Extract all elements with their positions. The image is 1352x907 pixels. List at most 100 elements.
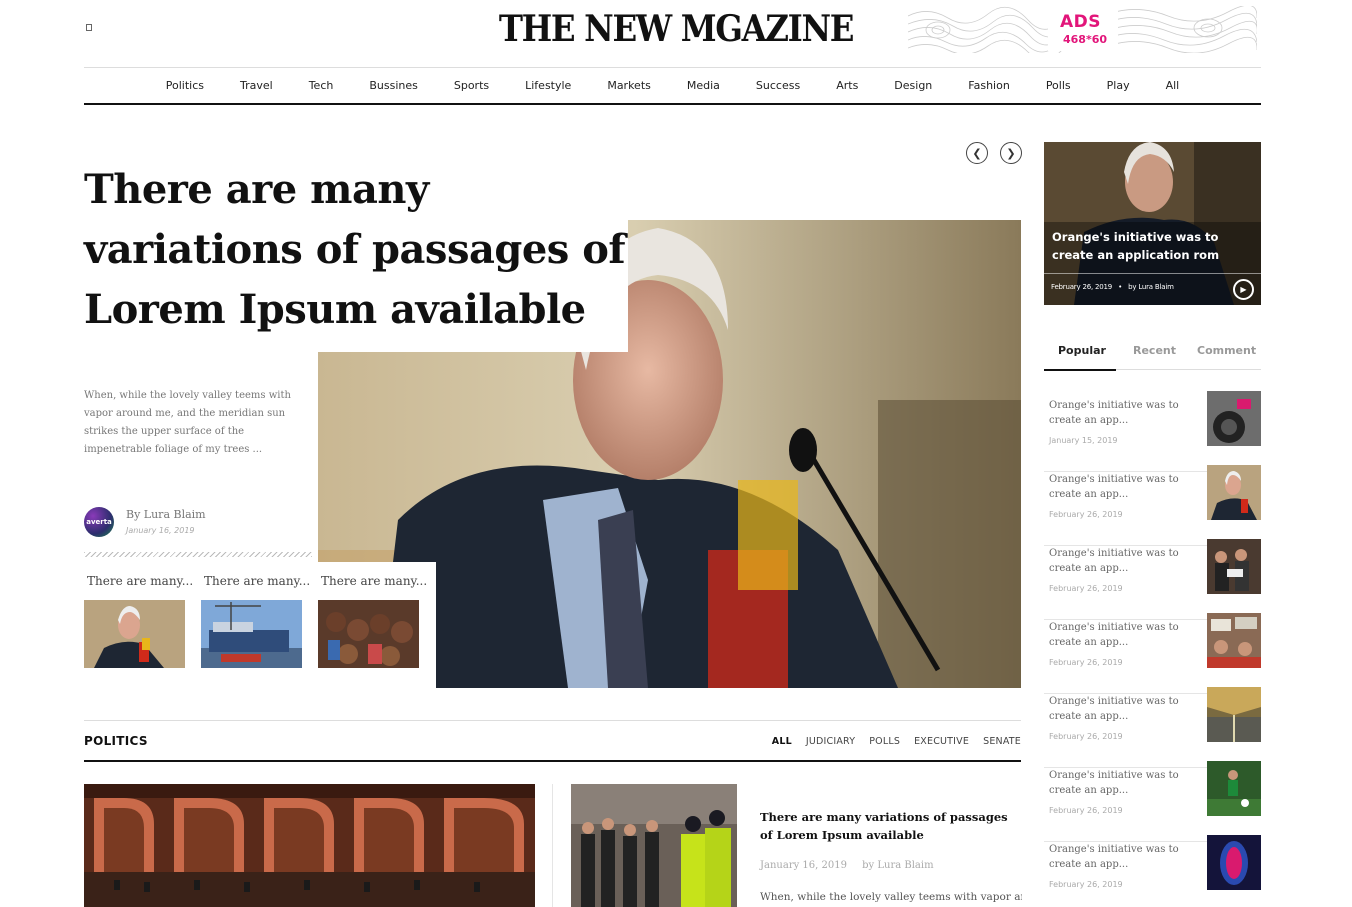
- list-item[interactable]: Orange's initiative was to create an app…: [1044, 687, 1261, 768]
- side-featured-date: February 26, 2019: [1051, 283, 1113, 291]
- side-featured-divider: [1044, 273, 1261, 274]
- hero-date: January 16, 2019: [126, 526, 195, 535]
- slider-thumb[interactable]: There are many...: [84, 574, 194, 668]
- list-item-date: February 26, 2019: [1049, 806, 1123, 815]
- slider-thumb[interactable]: There are many...: [201, 574, 311, 668]
- side-featured-author[interactable]: by Lura Blaim: [1128, 283, 1174, 291]
- hero-title-line: There are many: [84, 166, 429, 213]
- ad-size: 468*60: [1063, 33, 1108, 46]
- hero-author[interactable]: By Lura Blaim: [126, 508, 206, 521]
- side-featured-title[interactable]: Orange's initiative was to create an app…: [1052, 228, 1257, 264]
- slider-thumb[interactable]: There are many...: [318, 574, 428, 668]
- list-item[interactable]: Orange's initiative was to create an app…: [1044, 613, 1261, 694]
- nav-item-success[interactable]: Success: [738, 79, 818, 92]
- list-item-date: February 26, 2019: [1049, 732, 1123, 741]
- chevron-right-icon: ❯: [1006, 146, 1016, 160]
- list-item-title[interactable]: Orange's initiative was to create an app…: [1049, 398, 1203, 428]
- politics-article-date: January 16, 2019: [760, 860, 847, 871]
- main-nav: Politics Travel Tech Bussines Sports Lif…: [84, 67, 1261, 105]
- slider-next-button[interactable]: ❯: [1000, 142, 1022, 164]
- list-item[interactable]: Orange's initiative was to create an app…: [1044, 539, 1261, 620]
- ad-banner[interactable]: ADS 468*60: [908, 6, 1257, 53]
- meta-separator: •: [1118, 283, 1123, 291]
- politics-article-title[interactable]: There are many variations of passages of…: [760, 808, 1010, 844]
- nav-item-media[interactable]: Media: [669, 79, 738, 92]
- thumb-title: There are many...: [87, 574, 194, 588]
- tab-active-indicator: [1044, 369, 1116, 371]
- list-item-date: February 26, 2019: [1049, 510, 1123, 519]
- filter-polls[interactable]: POLLS: [869, 736, 900, 747]
- list-item[interactable]: Orange's initiative was to create an app…: [1044, 391, 1261, 472]
- politics-article-meta: January 16, 2019 by Lura Blaim: [760, 860, 946, 871]
- hero-title-line: variations of passages of: [84, 226, 626, 273]
- slider-prev-button[interactable]: ❮: [966, 142, 988, 164]
- list-item-date: February 26, 2019: [1049, 658, 1123, 667]
- politics-article-image[interactable]: [571, 784, 737, 907]
- list-item-date: January 15, 2019: [1049, 436, 1118, 445]
- nav-item-design[interactable]: Design: [876, 79, 950, 92]
- nav-item-bussines[interactable]: Bussines: [351, 79, 436, 92]
- list-item-title[interactable]: Orange's initiative was to create an app…: [1049, 842, 1203, 872]
- list-item-image[interactable]: [1207, 465, 1261, 520]
- nav-item-lifestyle[interactable]: Lifestyle: [507, 79, 589, 92]
- list-item-image[interactable]: [1207, 761, 1261, 816]
- tab-recent[interactable]: Recent: [1133, 344, 1176, 357]
- play-button[interactable]: ▶: [1233, 279, 1254, 300]
- side-featured-meta: February 26, 2019 • by Lura Blaim: [1051, 283, 1174, 291]
- nav-item-politics[interactable]: Politics: [148, 79, 222, 92]
- section-title[interactable]: POLITICS: [84, 734, 148, 748]
- list-item-image[interactable]: [1207, 835, 1261, 890]
- nav-item-sports[interactable]: Sports: [436, 79, 507, 92]
- tab-comment[interactable]: Comment: [1197, 344, 1256, 357]
- side-featured-image: [1044, 142, 1261, 305]
- list-item-title[interactable]: Orange's initiative was to create an app…: [1049, 620, 1203, 650]
- hero-title[interactable]: There are many variations of passages of…: [84, 160, 628, 340]
- article-divider: [552, 784, 553, 907]
- nav-item-polls[interactable]: Polls: [1028, 79, 1089, 92]
- list-item[interactable]: Orange's initiative was to create an app…: [1044, 761, 1261, 842]
- list-item-image[interactable]: [1207, 613, 1261, 668]
- section-underline: [84, 760, 1021, 762]
- slider-thumbnails: There are many... There are many... Ther…: [84, 562, 436, 688]
- nav-item-arts[interactable]: Arts: [818, 79, 876, 92]
- side-featured-card[interactable]: Orange's initiative was to create an app…: [1044, 142, 1261, 305]
- list-item-title[interactable]: Orange's initiative was to create an app…: [1049, 546, 1203, 576]
- hero-title-line: Lorem Ipsum available: [84, 286, 586, 333]
- nav-item-tech[interactable]: Tech: [291, 79, 352, 92]
- politics-article-author[interactable]: by Lura Blaim: [862, 860, 933, 871]
- list-item-image[interactable]: [1207, 391, 1261, 446]
- list-item-image[interactable]: [1207, 539, 1261, 594]
- section-divider: [84, 720, 1021, 721]
- list-item-date: February 26, 2019: [1049, 584, 1123, 593]
- filter-all[interactable]: ALL: [772, 736, 792, 747]
- filter-senate[interactable]: SENATE: [983, 736, 1021, 747]
- section-filters: ALL JUDICIARY POLLS EXECUTIVE SENATE: [772, 736, 1021, 747]
- thumb-title: There are many...: [321, 574, 428, 588]
- hero-title-box: There are many variations of passages of…: [84, 160, 628, 352]
- thumb-image: [201, 600, 302, 668]
- filter-executive[interactable]: EXECUTIVE: [914, 736, 969, 747]
- list-item[interactable]: Orange's initiative was to create an app…: [1044, 465, 1261, 546]
- list-item-image[interactable]: [1207, 687, 1261, 742]
- sidebar-tabs: Popular Recent Comment: [1044, 336, 1261, 371]
- nav-item-travel[interactable]: Travel: [222, 79, 291, 92]
- nav-item-all[interactable]: All: [1148, 79, 1198, 92]
- filter-judiciary[interactable]: JUDICIARY: [806, 736, 855, 747]
- politics-article-excerpt: When, while the lovely valley teems with…: [760, 891, 1022, 903]
- thumb-image: [318, 600, 419, 668]
- nav-item-fashion[interactable]: Fashion: [950, 79, 1028, 92]
- nav-item-play[interactable]: Play: [1089, 79, 1148, 92]
- politics-main-image[interactable]: [84, 784, 535, 907]
- thumb-image: [84, 600, 185, 668]
- thumb-title: There are many...: [204, 574, 311, 588]
- list-item[interactable]: Orange's initiative was to create an app…: [1044, 835, 1261, 907]
- play-icon: ▶: [1240, 285, 1247, 294]
- list-item-title[interactable]: Orange's initiative was to create an app…: [1049, 768, 1203, 798]
- tab-popular[interactable]: Popular: [1058, 344, 1106, 357]
- hatch-divider: [84, 552, 312, 557]
- nav-item-markets[interactable]: Markets: [589, 79, 669, 92]
- avatar[interactable]: averta: [84, 507, 114, 537]
- list-item-title[interactable]: Orange's initiative was to create an app…: [1049, 694, 1203, 724]
- list-item-date: February 26, 2019: [1049, 880, 1123, 889]
- list-item-title[interactable]: Orange's initiative was to create an app…: [1049, 472, 1203, 502]
